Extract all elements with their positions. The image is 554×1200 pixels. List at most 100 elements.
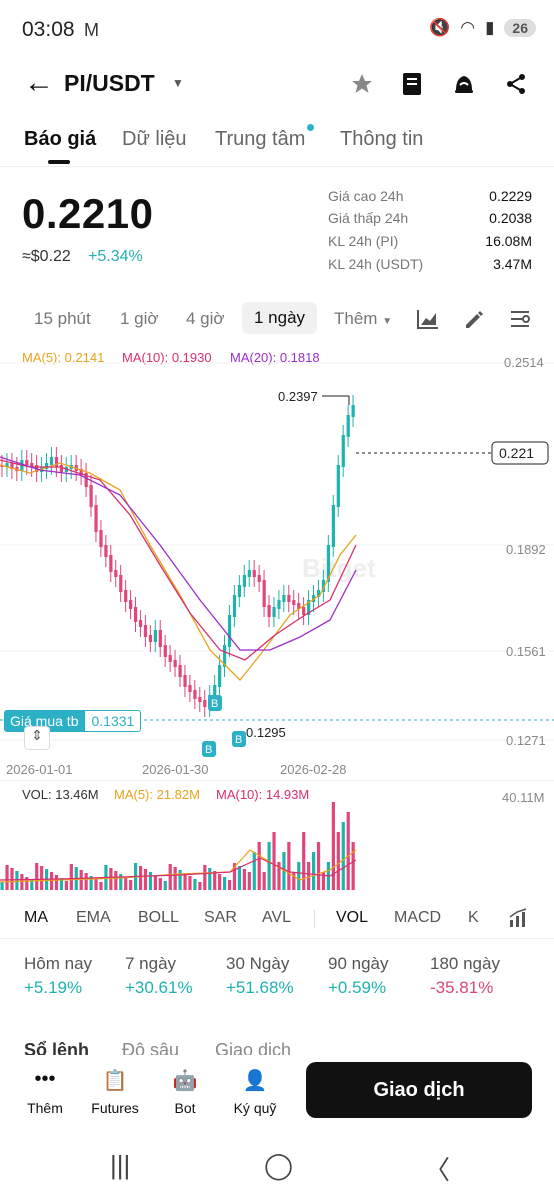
interval-15m[interactable]: 15 phút [34, 309, 91, 329]
recent-apps-icon[interactable]: ||| [110, 1150, 130, 1181]
volume-bar [15, 871, 19, 890]
volume-bar [84, 873, 88, 890]
more-label: Thêm [27, 1100, 63, 1116]
back-icon[interactable]: 〈 [424, 1150, 450, 1187]
candle-body [193, 690, 197, 699]
notebook-icon[interactable] [398, 70, 426, 98]
drag-handle-icon[interactable]: ⇕ [24, 726, 50, 750]
interval-1h[interactable]: 1 giờ [120, 309, 159, 329]
ind-avl[interactable]: AVL [262, 909, 291, 927]
margin-label: Ký quỹ [233, 1100, 277, 1116]
ind-ema[interactable]: EMA [76, 909, 111, 927]
perf-label: 7 ngày [125, 954, 177, 973]
perf-value: +5.19% [24, 978, 83, 997]
stat-label: KL 24h (USDT) [328, 256, 424, 272]
tab-thong-tin[interactable]: Thông tin [340, 128, 423, 151]
chart-settings-icon[interactable] [506, 305, 534, 333]
volume-bar [223, 877, 227, 890]
volume-bar [129, 880, 133, 890]
current-price-tag: 0.221 [499, 445, 534, 461]
candle-body [183, 675, 187, 687]
interval-1d[interactable]: 1 ngày [242, 302, 318, 334]
tab-trung-tam[interactable]: Trung tâm [215, 128, 305, 151]
candle-body [331, 505, 335, 547]
volume-bar [242, 869, 246, 890]
candle-body [153, 630, 157, 642]
candle-body [114, 570, 118, 577]
ind-macd[interactable]: MACD [394, 909, 441, 927]
candle-body [89, 485, 93, 507]
candle-body [54, 457, 59, 467]
bot-button[interactable]: 🤖 Bot [154, 1068, 216, 1116]
volume-bar [183, 873, 187, 890]
home-icon[interactable]: ◯ [264, 1150, 293, 1181]
buy-marker[interactable]: B [232, 731, 246, 747]
star-icon[interactable] [348, 70, 376, 98]
svg-text:B: B [235, 734, 242, 746]
buy-marker[interactable]: B [202, 741, 216, 757]
buy-marker[interactable]: B [208, 695, 222, 711]
chart-type-icon[interactable] [414, 305, 442, 333]
stat-label: Giá thấp 24h [328, 210, 409, 226]
status-time: 03:08 [22, 18, 75, 41]
pair-dropdown-icon[interactable]: ▼ [172, 76, 184, 90]
candle-body [138, 620, 143, 627]
draw-tool-icon[interactable] [460, 305, 488, 333]
volume-bar [331, 802, 335, 890]
candle-body [203, 700, 207, 707]
ind-kdj[interactable]: K [468, 909, 479, 927]
ind-boll[interactable]: BOLL [138, 909, 179, 927]
share-icon[interactable] [502, 70, 530, 98]
candle-body [247, 570, 251, 577]
indicator-settings-icon[interactable] [504, 904, 532, 932]
low-label: 0.1295 [246, 725, 286, 740]
volume-bar [114, 871, 118, 890]
candle-body [109, 555, 113, 572]
ind-vol[interactable]: VOL [336, 909, 368, 927]
more-button[interactable]: ••• Thêm [14, 1068, 76, 1116]
ind-ma[interactable]: MA [24, 909, 48, 927]
volume-bar [287, 842, 291, 890]
volume-bar [252, 852, 256, 890]
trade-button[interactable]: Giao dịch [306, 1062, 532, 1118]
interval-4h[interactable]: 4 giờ [186, 309, 225, 329]
y-tick: 0.1271 [506, 733, 546, 748]
candle-body [148, 635, 153, 642]
margin-icon: 👤 [242, 1070, 268, 1092]
volume-bar [341, 822, 345, 890]
candle-body [262, 580, 266, 607]
more-icon: ••• [34, 1068, 56, 1090]
tab-bao-gia[interactable]: Báo giá [24, 128, 96, 151]
volume-bar [213, 871, 217, 890]
alert-bell-icon[interactable] [450, 70, 478, 98]
margin-button[interactable]: 👤 Ký quỹ [224, 1068, 286, 1116]
candle-body [158, 630, 162, 647]
signal-icon: ▮ [485, 18, 495, 37]
candle-body [25, 460, 29, 465]
volume-bar [10, 868, 14, 890]
x-tick: 2026-01-30 [142, 762, 209, 777]
back-arrow-icon[interactable]: ← [24, 66, 54, 100]
pair-title[interactable]: PI/USDT [64, 70, 155, 97]
tab-du-lieu[interactable]: Dữ liệu [122, 128, 187, 151]
volume-bar [148, 872, 153, 890]
volume-bar [64, 881, 68, 890]
volume-bar [198, 882, 202, 890]
candle-body [292, 600, 296, 605]
perf-label: 180 ngày [430, 954, 500, 973]
ind-sar[interactable]: SAR [204, 909, 237, 927]
volume-bar [143, 869, 148, 890]
volume-bar [188, 876, 192, 890]
mute-icon: 🔇 [429, 18, 451, 37]
volume-chart[interactable] [0, 800, 554, 892]
bot-label: Bot [174, 1100, 196, 1116]
volume-bar [193, 879, 197, 890]
interval-more[interactable]: Thêm ▼ [334, 309, 392, 329]
candle-body [232, 595, 237, 617]
volume-bar [312, 852, 316, 890]
svg-text:B: B [205, 744, 212, 756]
candle-body [94, 505, 98, 532]
divider [314, 910, 315, 928]
volume-bar [178, 870, 182, 890]
futures-button[interactable]: 📋 Futures [84, 1068, 146, 1116]
